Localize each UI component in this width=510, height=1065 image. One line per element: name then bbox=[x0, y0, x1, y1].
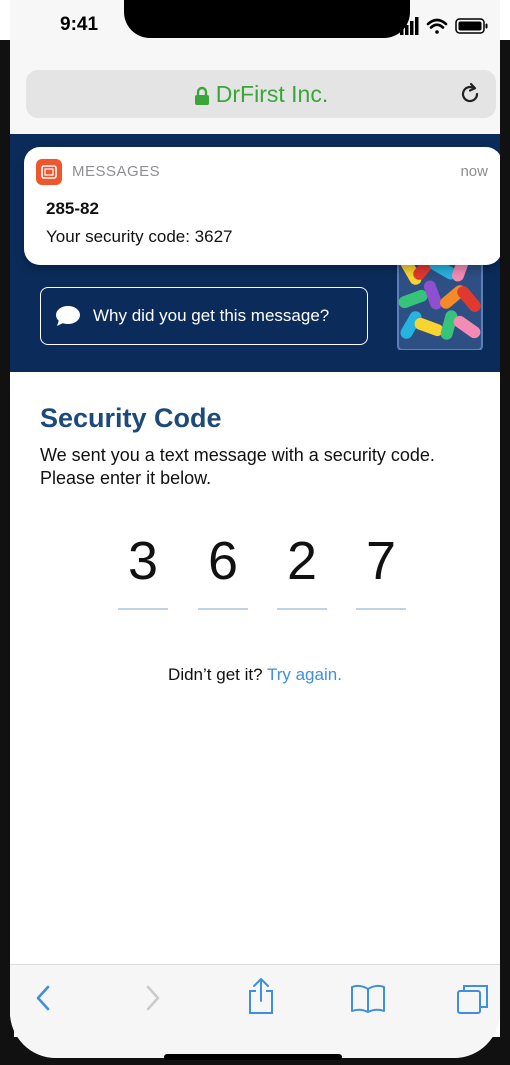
code-digit-3[interactable]: 2 bbox=[277, 530, 327, 592]
code-underline-1 bbox=[118, 608, 168, 610]
try-again-link[interactable]: Try again. bbox=[267, 665, 342, 684]
notification-body: Your security code: 3627 bbox=[46, 227, 233, 246]
url-label: DrFirst Inc. bbox=[215, 81, 329, 107]
battery-icon bbox=[455, 18, 488, 34]
page-title: Security Code bbox=[40, 403, 222, 433]
status-bar: 9:41 bbox=[10, 0, 500, 46]
browser-header: DrFirst Inc. bbox=[10, 46, 500, 134]
messages-app-icon bbox=[36, 159, 62, 185]
code-digit-4[interactable]: 7 bbox=[356, 530, 406, 592]
code-underline-2 bbox=[198, 608, 248, 610]
tabs-icon[interactable] bbox=[456, 983, 490, 1017]
notification-app-name: MESSAGES bbox=[72, 163, 161, 180]
instruction-text: We sent you a text message with a securi… bbox=[40, 445, 435, 488]
share-icon[interactable] bbox=[246, 977, 276, 1015]
lock-icon bbox=[194, 86, 209, 105]
code-underline-3 bbox=[277, 608, 327, 610]
message-notification[interactable]: MESSAGES now 285-82 Your security code: … bbox=[24, 147, 500, 265]
chat-bubble-icon bbox=[56, 306, 80, 326]
address-bar[interactable]: DrFirst Inc. bbox=[26, 70, 496, 118]
why-message-button[interactable]: Why did you get this message? bbox=[40, 287, 368, 345]
resend-row: Didn’t get it? Try again. bbox=[10, 665, 500, 685]
bezel-right bbox=[500, 40, 510, 1065]
code-digit-2[interactable]: 6 bbox=[198, 530, 248, 592]
home-indicator[interactable] bbox=[164, 1054, 342, 1060]
notification-sender: 285-82 bbox=[46, 199, 99, 218]
status-time: 9:41 bbox=[60, 14, 99, 35]
notch bbox=[124, 0, 410, 38]
resend-prompt: Didn’t get it? bbox=[168, 665, 263, 684]
why-message-label: Why did you get this message? bbox=[93, 306, 330, 325]
wifi-icon bbox=[426, 18, 448, 34]
code-input-group: 3 6 2 7 bbox=[10, 530, 500, 620]
bookmarks-icon[interactable] bbox=[350, 983, 386, 1015]
code-digit-1[interactable]: 3 bbox=[118, 530, 168, 592]
screen: 9:41 DrFirst Inc. Why did you get this m… bbox=[10, 0, 500, 1058]
code-underline-4 bbox=[356, 608, 406, 610]
notification-time: now bbox=[460, 163, 488, 180]
url-display: DrFirst Inc. bbox=[26, 81, 496, 108]
phone-frame: 9:41 DrFirst Inc. Why did you get this m… bbox=[0, 0, 510, 1065]
status-icons bbox=[400, 17, 488, 35]
forward-icon[interactable] bbox=[142, 983, 164, 1013]
reload-icon[interactable] bbox=[458, 82, 482, 106]
back-icon[interactable] bbox=[32, 983, 54, 1013]
browser-toolbar bbox=[10, 964, 500, 1058]
signal-icon bbox=[400, 17, 419, 35]
